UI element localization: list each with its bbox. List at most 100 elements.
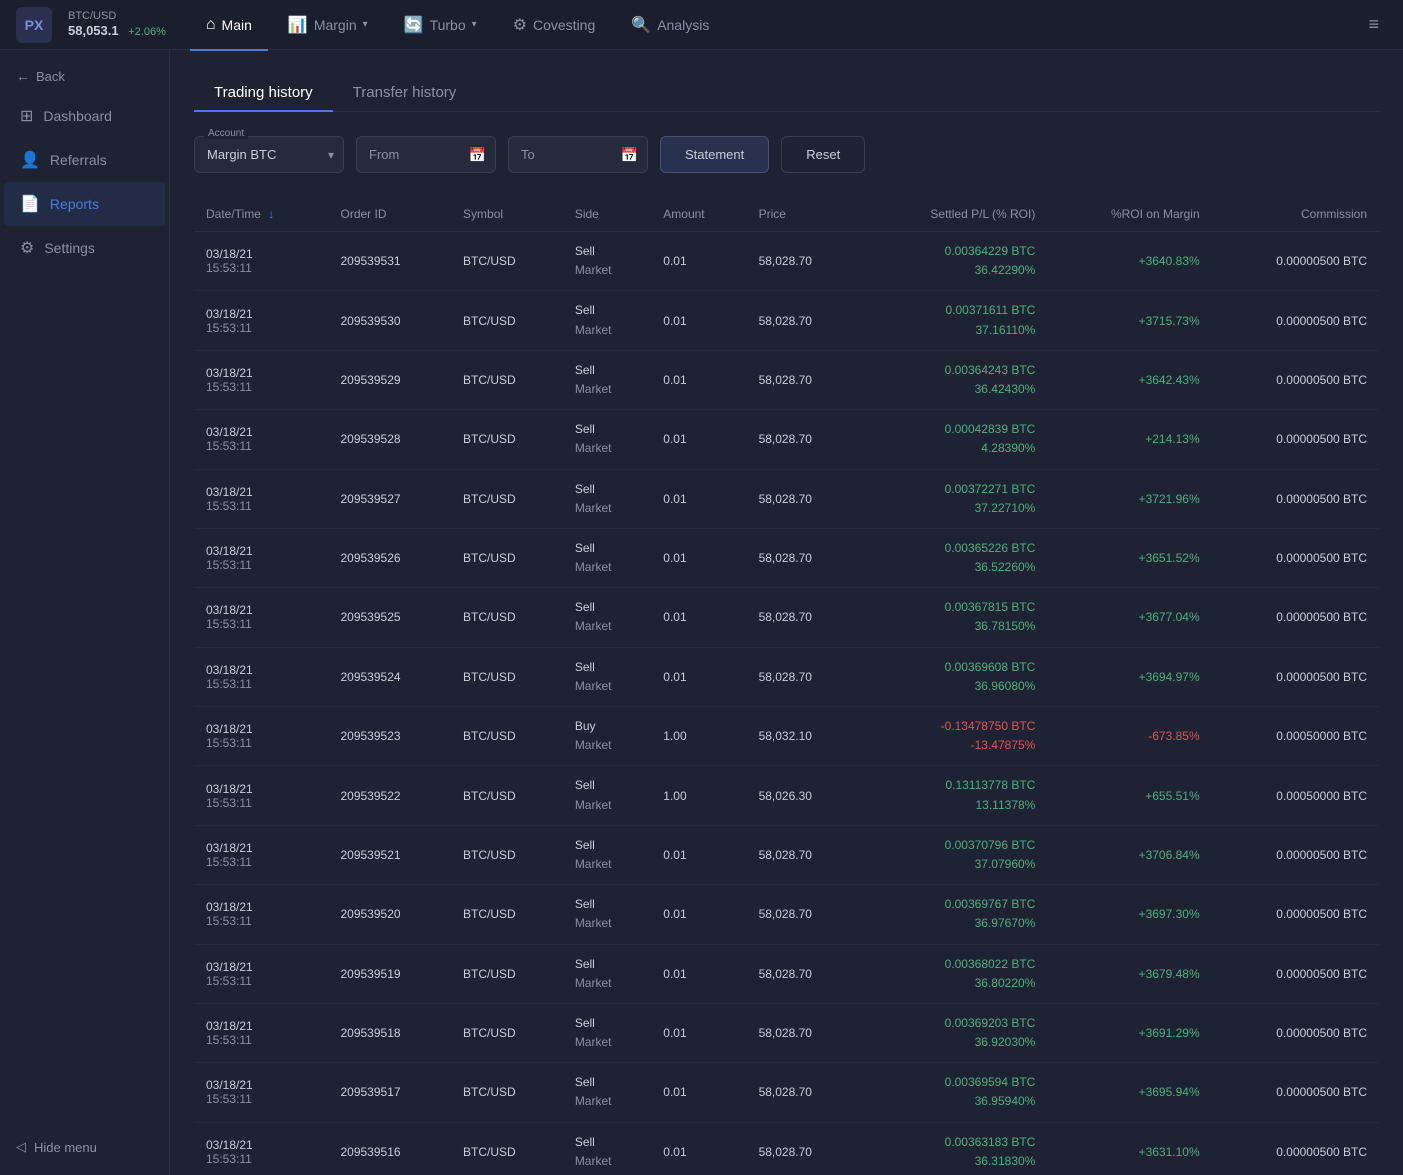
account-select[interactable]: Margin BTC Spot BTC Futures	[194, 136, 344, 173]
ticker: BTC/USD 58,053.1 +2.06%	[68, 9, 166, 40]
trading-history-table: Date/Time ↓ Order ID Symbol Side Amount …	[194, 197, 1379, 1175]
cell-symbol: BTC/USD	[451, 825, 563, 884]
reset-button[interactable]: Reset	[781, 136, 865, 173]
col-amount[interactable]: Amount	[651, 197, 746, 232]
cell-orderid: 209539529	[328, 350, 451, 409]
cell-amount: 0.01	[651, 291, 746, 350]
cell-amount: 0.01	[651, 350, 746, 409]
cell-roi: +3640.83%	[1047, 232, 1211, 291]
nav-covesting[interactable]: ⚙ Covesting	[497, 7, 612, 43]
cell-side: SellMarket	[563, 825, 651, 884]
back-button[interactable]: ← Back	[0, 58, 169, 94]
table-row: 03/18/2115:53:11 209539518 BTC/USD SellM…	[194, 1003, 1379, 1062]
page-tabs: Trading history Transfer history	[194, 74, 1379, 112]
col-datetime[interactable]: Date/Time ↓	[194, 197, 328, 232]
cell-datetime: 03/18/2115:53:11	[194, 707, 328, 766]
cell-amount: 0.01	[651, 647, 746, 706]
cell-price: 58,028.70	[747, 825, 860, 884]
tab-trading-history[interactable]: Trading history	[194, 74, 333, 111]
cell-side: SellMarket	[563, 528, 651, 587]
cell-datetime: 03/18/2115:53:11	[194, 469, 328, 528]
table-row: 03/18/2115:53:11 209539529 BTC/USD SellM…	[194, 350, 1379, 409]
nav-main[interactable]: ⌂ Main	[190, 8, 268, 42]
cell-orderid: 209539530	[328, 291, 451, 350]
nav-margin[interactable]: 📊 Margin ▾	[272, 7, 384, 43]
col-pnl[interactable]: Settled P/L (% ROI)	[859, 197, 1047, 232]
hamburger-menu[interactable]: ≡	[1360, 6, 1387, 43]
sidebar-item-dashboard[interactable]: ⊞ Dashboard	[4, 94, 165, 138]
cell-symbol: BTC/USD	[451, 469, 563, 528]
cell-roi: +3679.48%	[1047, 944, 1211, 1003]
cell-side: SellMarket	[563, 885, 651, 944]
cell-commission: 0.00000500 BTC	[1212, 469, 1379, 528]
main-content: Trading history Transfer history Account…	[170, 50, 1403, 1175]
cell-datetime: 03/18/2115:53:11	[194, 647, 328, 706]
cell-pnl: 0.00363183 BTC 36.31830%	[859, 1122, 1047, 1175]
cell-roi: +3677.04%	[1047, 588, 1211, 647]
cell-price: 58,028.70	[747, 647, 860, 706]
cell-amount: 0.01	[651, 1063, 746, 1122]
nav-analysis[interactable]: 🔍 Analysis	[615, 7, 725, 43]
cell-datetime: 03/18/2115:53:11	[194, 1003, 328, 1062]
cell-amount: 0.01	[651, 885, 746, 944]
cell-side: SellMarket	[563, 410, 651, 469]
cell-pnl: 0.00365226 BTC 36.52260%	[859, 528, 1047, 587]
cell-orderid: 209539517	[328, 1063, 451, 1122]
cell-amount: 0.01	[651, 469, 746, 528]
table-row: 03/18/2115:53:11 209539517 BTC/USD SellM…	[194, 1063, 1379, 1122]
sidebar-item-referrals[interactable]: 👤 Referrals	[4, 138, 165, 182]
table-header: Date/Time ↓ Order ID Symbol Side Amount …	[194, 197, 1379, 232]
table-row: 03/18/2115:53:11 209539519 BTC/USD SellM…	[194, 944, 1379, 1003]
table-row: 03/18/2115:53:11 209539531 BTC/USD SellM…	[194, 232, 1379, 291]
cell-symbol: BTC/USD	[451, 410, 563, 469]
cell-amount: 0.01	[651, 944, 746, 1003]
col-symbol[interactable]: Symbol	[451, 197, 563, 232]
cell-amount: 0.01	[651, 232, 746, 291]
cell-roi: +3715.73%	[1047, 291, 1211, 350]
cell-orderid: 209539524	[328, 647, 451, 706]
cell-orderid: 209539528	[328, 410, 451, 469]
cell-datetime: 03/18/2115:53:11	[194, 1122, 328, 1175]
sidebar-item-reports[interactable]: 📄 Reports	[4, 182, 165, 226]
cell-commission: 0.00000500 BTC	[1212, 647, 1379, 706]
nav-turbo[interactable]: 🔄 Turbo ▾	[388, 7, 493, 43]
cell-roi: +3694.97%	[1047, 647, 1211, 706]
cell-price: 58,028.70	[747, 410, 860, 469]
nav-main-label: Main	[222, 17, 252, 33]
cell-pnl: 0.00042839 BTC 4.28390%	[859, 410, 1047, 469]
sidebar-item-reports-label: Reports	[50, 196, 99, 212]
cell-pnl: 0.00367815 BTC 36.78150%	[859, 588, 1047, 647]
cell-commission: 0.00000500 BTC	[1212, 232, 1379, 291]
cell-side: SellMarket	[563, 944, 651, 1003]
cell-pnl: 0.00364243 BTC 36.42430%	[859, 350, 1047, 409]
cell-commission: 0.00000500 BTC	[1212, 291, 1379, 350]
cell-orderid: 209539525	[328, 588, 451, 647]
cell-pnl: 0.00364229 BTC 36.42290%	[859, 232, 1047, 291]
cell-price: 58,026.30	[747, 766, 860, 825]
from-date-input[interactable]	[356, 136, 496, 173]
cell-roi: +655.51%	[1047, 766, 1211, 825]
table-row: 03/18/2115:53:11 209539527 BTC/USD SellM…	[194, 469, 1379, 528]
to-date-input[interactable]	[508, 136, 648, 173]
col-side[interactable]: Side	[563, 197, 651, 232]
ticker-change: +2.06%	[128, 26, 166, 38]
cell-price: 58,028.70	[747, 1003, 860, 1062]
cell-commission: 0.00000500 BTC	[1212, 1122, 1379, 1175]
cell-orderid: 209539516	[328, 1122, 451, 1175]
col-orderid[interactable]: Order ID	[328, 197, 451, 232]
cell-commission: 0.00050000 BTC	[1212, 707, 1379, 766]
ticker-pair: BTC/USD	[68, 9, 166, 23]
cell-price: 58,028.70	[747, 291, 860, 350]
col-price[interactable]: Price	[747, 197, 860, 232]
cell-roi: -673.85%	[1047, 707, 1211, 766]
col-commission[interactable]: Commission	[1212, 197, 1379, 232]
hide-menu-button[interactable]: ◁ Hide menu	[0, 1127, 169, 1167]
cell-pnl: 0.00369594 BTC 36.95940%	[859, 1063, 1047, 1122]
sidebar-item-dashboard-label: Dashboard	[43, 108, 112, 124]
sidebar-item-settings[interactable]: ⚙ Settings	[4, 226, 165, 270]
back-arrow-icon: ←	[16, 68, 30, 84]
statement-button[interactable]: Statement	[660, 136, 769, 173]
cell-symbol: BTC/USD	[451, 588, 563, 647]
tab-transfer-history[interactable]: Transfer history	[333, 74, 477, 111]
col-roi[interactable]: %ROI on Margin	[1047, 197, 1211, 232]
